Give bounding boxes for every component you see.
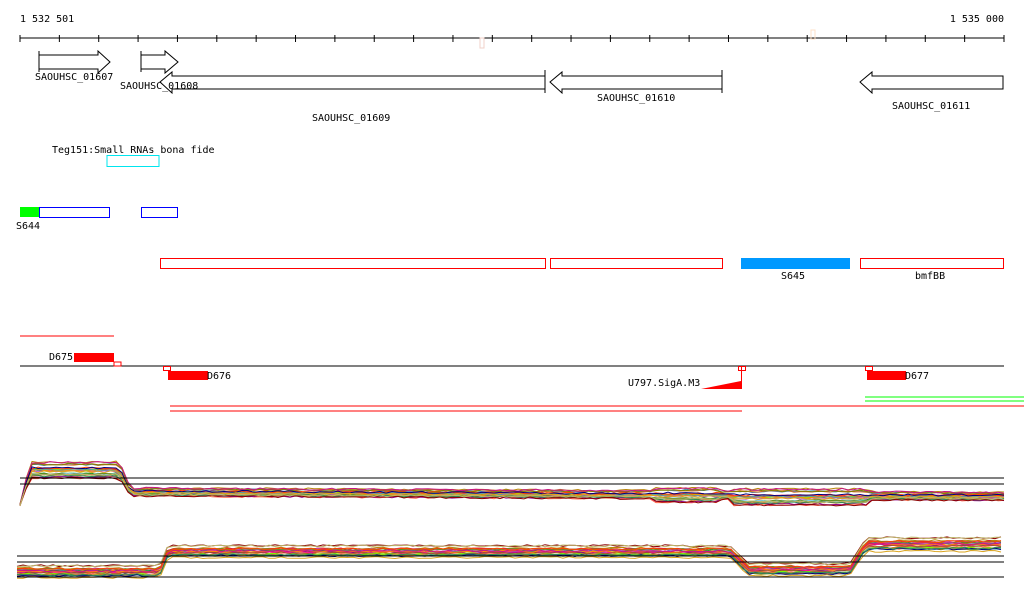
d675-label: D675	[49, 352, 73, 363]
bmfbb-feature[interactable]	[860, 258, 1004, 269]
svg-text:SAOUHSC_01608: SAOUHSC_01608	[120, 81, 198, 92]
genome-browser-canvas: 1 532 501 1 535 000 SAOUHSC_01607 SAOUHS…	[16, 14, 1024, 579]
expression-trace	[19, 466, 1005, 506]
site-marker	[163, 366, 171, 371]
transcript-track: S645 bmfBB	[160, 258, 1004, 282]
expression-trace	[19, 466, 1005, 506]
transcript-feature[interactable]	[160, 258, 546, 269]
gene-SAOUHSC_01610[interactable]: SAOUHSC_01610	[549, 70, 723, 104]
utr-feature[interactable]	[141, 207, 178, 218]
d677-label: D677	[905, 371, 929, 382]
gene-SAOUHSC_01607[interactable]: SAOUHSC_01607	[35, 49, 113, 83]
d676-feature[interactable]	[168, 371, 208, 380]
svg-text:SAOUHSC_01609: SAOUHSC_01609	[312, 113, 390, 124]
ruler-end-label: 1 535 000	[950, 14, 1004, 25]
small-rna-feature[interactable]	[106, 155, 160, 167]
small-rna-track: Teg151:Small RNAs bona fide	[52, 145, 215, 167]
utr-feature[interactable]	[39, 207, 110, 218]
small-rna-label: Teg151:Small RNAs bona fide	[52, 145, 215, 156]
regulatory-track: D675 D676 U797.SigA.M3 D677	[20, 335, 1024, 412]
s644-label: S644	[16, 221, 40, 232]
s644-track: S644	[16, 207, 178, 232]
expression-traces-reverse	[16, 536, 1002, 579]
transcript-feature[interactable]	[550, 258, 723, 269]
site-marker	[113, 361, 122, 367]
position-marker	[479, 37, 485, 49]
d676-label: D676	[207, 371, 231, 382]
ruler-start-label: 1 532 501	[20, 14, 74, 25]
d675-feature[interactable]	[74, 353, 114, 362]
expression-reference-lines	[17, 477, 1004, 578]
gene-SAOUHSC_01608[interactable]: SAOUHSC_01608	[120, 49, 198, 92]
svg-text:SAOUHSC_01610: SAOUHSC_01610	[597, 93, 675, 104]
u797-promoter-feature[interactable]	[701, 367, 742, 389]
svg-text:SAOUHSC_01607: SAOUHSC_01607	[35, 72, 113, 83]
gene-SAOUHSC_01609[interactable]: SAOUHSC_01609	[159, 70, 546, 124]
s645-feature[interactable]	[741, 258, 850, 269]
gene-SAOUHSC_01611[interactable]: SAOUHSC_01611	[859, 70, 1004, 112]
s644-feature[interactable]	[20, 207, 39, 217]
s645-label: S645	[781, 271, 805, 282]
u797-label: U797.SigA.M3	[628, 378, 700, 389]
bmfbb-label: bmfBB	[915, 271, 945, 282]
coordinate-ruler: 1 532 501 1 535 000	[19, 14, 1005, 49]
d677-feature[interactable]	[867, 371, 906, 380]
gene-track: SAOUHSC_01607 SAOUHSC_01608 SAOUHSC_0160…	[35, 49, 1004, 124]
site-marker	[865, 366, 873, 371]
svg-text:SAOUHSC_01611: SAOUHSC_01611	[892, 101, 970, 112]
